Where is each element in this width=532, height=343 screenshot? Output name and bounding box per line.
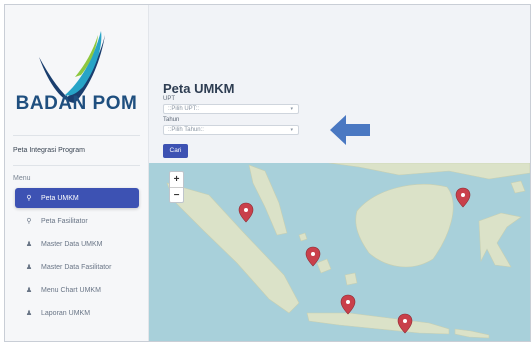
- page-title: Peta UMKM: [163, 81, 235, 96]
- sidebar-item-master-data-umkm[interactable]: ♟ Master Data UMKM: [15, 234, 139, 254]
- program-title: Peta Integrasi Program: [13, 147, 85, 154]
- map-marker: [238, 202, 254, 223]
- zoom-control: + −: [169, 171, 184, 203]
- map-marker-icon: ⚲: [26, 218, 32, 225]
- divider: [13, 165, 140, 166]
- sidebar-item-master-data-fasilitator[interactable]: ♟ Master Data Fasilitator: [15, 257, 139, 277]
- search-button[interactable]: Cari: [163, 144, 188, 158]
- sidebar-item-label: Master Data UMKM: [41, 240, 103, 248]
- sidebar-item-peta-fasilitator[interactable]: ⚲ Peta Fasilitator: [15, 211, 139, 231]
- tahun-label: Tahun: [163, 117, 180, 123]
- upt-select-value: ::Pilih UPT::: [168, 106, 200, 112]
- upt-select[interactable]: ::Pilih UPT:: ▾: [163, 104, 299, 114]
- sidebar-item-label: Peta UMKM: [41, 194, 79, 202]
- map-marker: [455, 187, 471, 208]
- chevron-down-icon: ▾: [290, 106, 293, 112]
- user-icon: ♟: [25, 241, 33, 248]
- upt-label: UPT: [163, 96, 175, 102]
- sidebar-item-label: Menu Chart UMKM: [41, 286, 101, 294]
- zoom-in-button[interactable]: +: [170, 172, 183, 188]
- sidebar-item-label: Peta Fasilitator: [41, 217, 88, 225]
- map-marker: [340, 294, 356, 315]
- map-canvas: [166, 163, 530, 339]
- map-view[interactable]: + −: [149, 163, 530, 341]
- sidebar-item-peta-umkm[interactable]: ⚲ Peta UMKM: [15, 188, 139, 208]
- sidebar-item-menu-chart-umkm[interactable]: ♟ Menu Chart UMKM: [15, 280, 139, 300]
- user-icon: ♟: [25, 287, 33, 294]
- sidebar-item-laporan-umkm[interactable]: ♟ Laporan UMKM: [15, 303, 139, 323]
- user-icon: ♟: [25, 264, 33, 271]
- map-marker-icon: ⚲: [26, 195, 32, 202]
- tahun-select[interactable]: ::Pilih Tahun:: ▾: [163, 125, 299, 135]
- divider: [13, 135, 140, 136]
- brand-name: BADAN POM: [15, 93, 138, 114]
- menu-heading: Menu: [13, 175, 31, 182]
- tahun-select-value: ::Pilih Tahun::: [168, 127, 204, 133]
- sidebar-item-label: Master Data Fasilitator: [41, 263, 112, 271]
- chevron-down-icon: ▾: [290, 127, 293, 133]
- zoom-out-button[interactable]: −: [170, 188, 183, 203]
- sidebar: BADAN POM Peta Integrasi Program Menu ⚲ …: [5, 5, 149, 341]
- user-icon: ♟: [25, 310, 33, 317]
- app-window: BADAN POM Peta Integrasi Program Menu ⚲ …: [4, 4, 531, 342]
- arrow-left-icon: [330, 115, 370, 145]
- sidebar-item-label: Laporan UMKM: [41, 309, 91, 317]
